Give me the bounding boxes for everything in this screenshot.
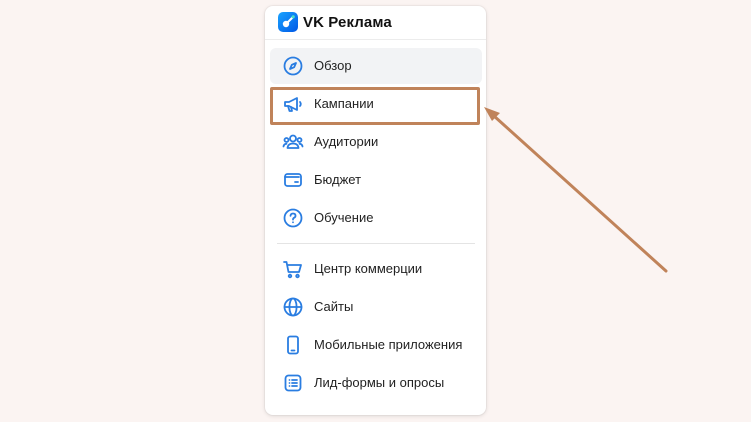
vk-ads-logo-icon: [278, 12, 298, 32]
menu-item-mobile-apps[interactable]: Мобильные приложения: [270, 327, 482, 363]
compass-icon: [283, 56, 303, 76]
app-title: VK Реклама: [303, 14, 392, 31]
menu-item-label: Сайты: [314, 299, 354, 314]
menu-item-learning[interactable]: Обучение: [270, 200, 482, 236]
menu-item-campaigns[interactable]: Кампании: [270, 86, 482, 122]
menu-item-audiences[interactable]: Аудитории: [270, 124, 482, 160]
navigation-menu: VK Реклама Обзор Кампании Аудитории Бюдж…: [265, 6, 486, 415]
question-icon: [283, 208, 303, 228]
menu-item-lead-forms[interactable]: Лид-формы и опросы: [270, 365, 482, 401]
megaphone-icon: [284, 97, 302, 112]
list-icon: [284, 374, 302, 392]
menu-item-sites[interactable]: Сайты: [270, 289, 482, 325]
users-icon: [282, 134, 304, 149]
phone-icon: [287, 335, 299, 355]
menu-item-label: Центр коммерции: [314, 261, 423, 276]
menu-divider: [277, 243, 475, 244]
menu-header: VK Реклама: [265, 6, 486, 40]
menu-item-commerce-center[interactable]: Центр коммерции: [270, 251, 482, 287]
menu-item-label: Лид-формы и опросы: [314, 375, 445, 390]
menu-item-label: Обучение: [314, 210, 374, 225]
menu-item-label: Аудитории: [314, 134, 379, 149]
menu-item-overview[interactable]: Обзор: [270, 48, 482, 84]
menu-item-budget[interactable]: Бюджет: [270, 162, 482, 198]
menu-item-label: Обзор: [314, 58, 352, 73]
menu-item-label: Мобильные приложения: [314, 337, 463, 352]
wallet-icon: [284, 173, 302, 187]
cart-icon: [283, 261, 302, 279]
menu-item-label: Бюджет: [314, 172, 362, 187]
menu-item-label: Кампании: [314, 96, 374, 111]
globe-icon: [283, 297, 303, 317]
screen: VK Реклама Обзор Кампании Аудитории Бюдж…: [0, 0, 751, 422]
